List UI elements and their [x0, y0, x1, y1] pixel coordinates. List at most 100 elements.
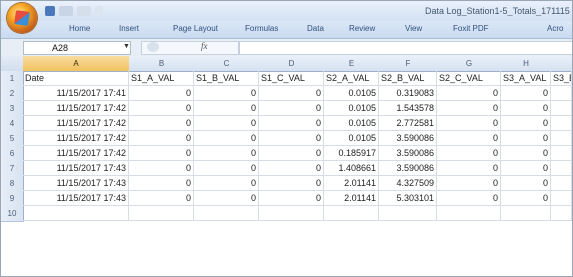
cell-h7[interactable]: 0 [501, 161, 551, 176]
cell-d1[interactable]: S1_C_VAL [259, 71, 324, 86]
cell-c6[interactable]: 0 [194, 146, 259, 161]
cell-f10[interactable] [379, 206, 437, 221]
cell-d8[interactable]: 0 [259, 176, 324, 191]
cell-g10[interactable] [437, 206, 501, 221]
cell-b6[interactable]: 0 [129, 146, 194, 161]
cell-e9[interactable]: 2.01141 [324, 191, 379, 206]
cell-b3[interactable]: 0 [129, 101, 194, 116]
cell-c9[interactable]: 0 [194, 191, 259, 206]
cell-g7[interactable]: 0 [437, 161, 501, 176]
row-header-5[interactable]: 5 [1, 131, 24, 147]
cell-h6[interactable]: 0 [501, 146, 551, 161]
column-header-g[interactable]: G [437, 56, 502, 72]
name-box[interactable]: A28 [23, 41, 131, 55]
cell-h9[interactable]: 0 [501, 191, 551, 206]
cell-e7[interactable]: 1.408661 [324, 161, 379, 176]
cell-x6[interactable] [551, 146, 572, 161]
cell-a4[interactable]: 11/15/2017 17:42 [23, 116, 129, 131]
cell-h2[interactable]: 0 [501, 86, 551, 101]
cell-a8[interactable]: 11/15/2017 17:43 [23, 176, 129, 191]
column-header-d[interactable]: D [259, 56, 325, 72]
column-header-b[interactable]: B [129, 56, 195, 72]
cell-c1[interactable]: S1_B_VAL [194, 71, 259, 86]
cell-c7[interactable]: 0 [194, 161, 259, 176]
row-header-4[interactable]: 4 [1, 116, 24, 132]
cell-f6[interactable]: 3.590086 [379, 146, 437, 161]
cell-x3[interactable] [551, 101, 572, 116]
select-all-corner[interactable] [1, 56, 24, 72]
cell-c4[interactable]: 0 [194, 116, 259, 131]
cell-x1[interactable]: S3_B [551, 71, 572, 86]
cell-d7[interactable]: 0 [259, 161, 324, 176]
cell-g5[interactable]: 0 [437, 131, 501, 146]
column-header-next[interactable] [551, 56, 572, 72]
cell-f2[interactable]: 0.319083 [379, 86, 437, 101]
cell-e6[interactable]: 0.185917 [324, 146, 379, 161]
cell-x10[interactable] [551, 206, 572, 221]
cell-f7[interactable]: 3.590086 [379, 161, 437, 176]
cell-g8[interactable]: 0 [437, 176, 501, 191]
cell-a3[interactable]: 11/15/2017 17:42 [23, 101, 129, 116]
cell-x4[interactable] [551, 116, 572, 131]
cell-e1[interactable]: S2_A_VAL [324, 71, 379, 86]
cell-b8[interactable]: 0 [129, 176, 194, 191]
customize-toolbar-icon[interactable] [95, 6, 103, 16]
column-header-c[interactable]: C [194, 56, 260, 72]
cell-e3[interactable]: 0.0105 [324, 101, 379, 116]
insert-function-button[interactable]: fx [201, 41, 208, 51]
cell-a9[interactable]: 11/15/2017 17:43 [23, 191, 129, 206]
cell-d4[interactable]: 0 [259, 116, 324, 131]
row-header-6[interactable]: 6 [1, 146, 24, 162]
cell-a5[interactable]: 11/15/2017 17:42 [23, 131, 129, 146]
cell-f9[interactable]: 5.303101 [379, 191, 437, 206]
tab-home[interactable]: Home [69, 24, 90, 33]
cell-e10[interactable] [324, 206, 379, 221]
tab-data[interactable]: Data [307, 24, 324, 33]
cell-d5[interactable]: 0 [259, 131, 324, 146]
cell-e2[interactable]: 0.0105 [324, 86, 379, 101]
cell-d3[interactable]: 0 [259, 101, 324, 116]
cell-a6[interactable]: 11/15/2017 17:42 [23, 146, 129, 161]
cell-e5[interactable]: 0.0105 [324, 131, 379, 146]
tab-formulas[interactable]: Formulas [245, 24, 278, 33]
cell-d9[interactable]: 0 [259, 191, 324, 206]
cancel-formula-icon[interactable] [147, 42, 159, 52]
cell-b2[interactable]: 0 [129, 86, 194, 101]
column-header-h[interactable]: H [501, 56, 552, 72]
tab-review[interactable]: Review [349, 24, 375, 33]
row-header-3[interactable]: 3 [1, 101, 24, 117]
cell-f3[interactable]: 1.543578 [379, 101, 437, 116]
cell-g9[interactable]: 0 [437, 191, 501, 206]
cell-b9[interactable]: 0 [129, 191, 194, 206]
cell-c2[interactable]: 0 [194, 86, 259, 101]
tab-acrobat[interactable]: Acro [547, 24, 563, 33]
cell-c8[interactable]: 0 [194, 176, 259, 191]
save-icon[interactable] [45, 6, 55, 16]
cell-b5[interactable]: 0 [129, 131, 194, 146]
cell-x8[interactable] [551, 176, 572, 191]
cell-f8[interactable]: 4.327509 [379, 176, 437, 191]
row-header-8[interactable]: 8 [1, 176, 24, 192]
column-header-f[interactable]: F [379, 56, 438, 72]
cell-d10[interactable] [259, 206, 324, 221]
cell-c5[interactable]: 0 [194, 131, 259, 146]
cell-h5[interactable]: 0 [501, 131, 551, 146]
cell-a2[interactable]: 11/15/2017 17:41 [23, 86, 129, 101]
cell-g3[interactable]: 0 [437, 101, 501, 116]
cell-d2[interactable]: 0 [259, 86, 324, 101]
cell-h1[interactable]: S3_A_VAL [501, 71, 551, 86]
cell-b7[interactable]: 0 [129, 161, 194, 176]
tab-foxit-pdf[interactable]: Foxit PDF [453, 24, 489, 33]
cell-b10[interactable] [129, 206, 194, 221]
cell-a7[interactable]: 11/15/2017 17:43 [23, 161, 129, 176]
cell-h4[interactable]: 0 [501, 116, 551, 131]
cell-e4[interactable]: 0.0105 [324, 116, 379, 131]
cell-b1[interactable]: S1_A_VAL [129, 71, 194, 86]
cell-e8[interactable]: 2.01141 [324, 176, 379, 191]
cell-g4[interactable]: 0 [437, 116, 501, 131]
cell-f1[interactable]: S2_B_VAL [379, 71, 437, 86]
cell-x7[interactable] [551, 161, 572, 176]
cell-h3[interactable]: 0 [501, 101, 551, 116]
column-header-a[interactable]: A [23, 56, 130, 72]
tab-insert[interactable]: Insert [119, 24, 139, 33]
